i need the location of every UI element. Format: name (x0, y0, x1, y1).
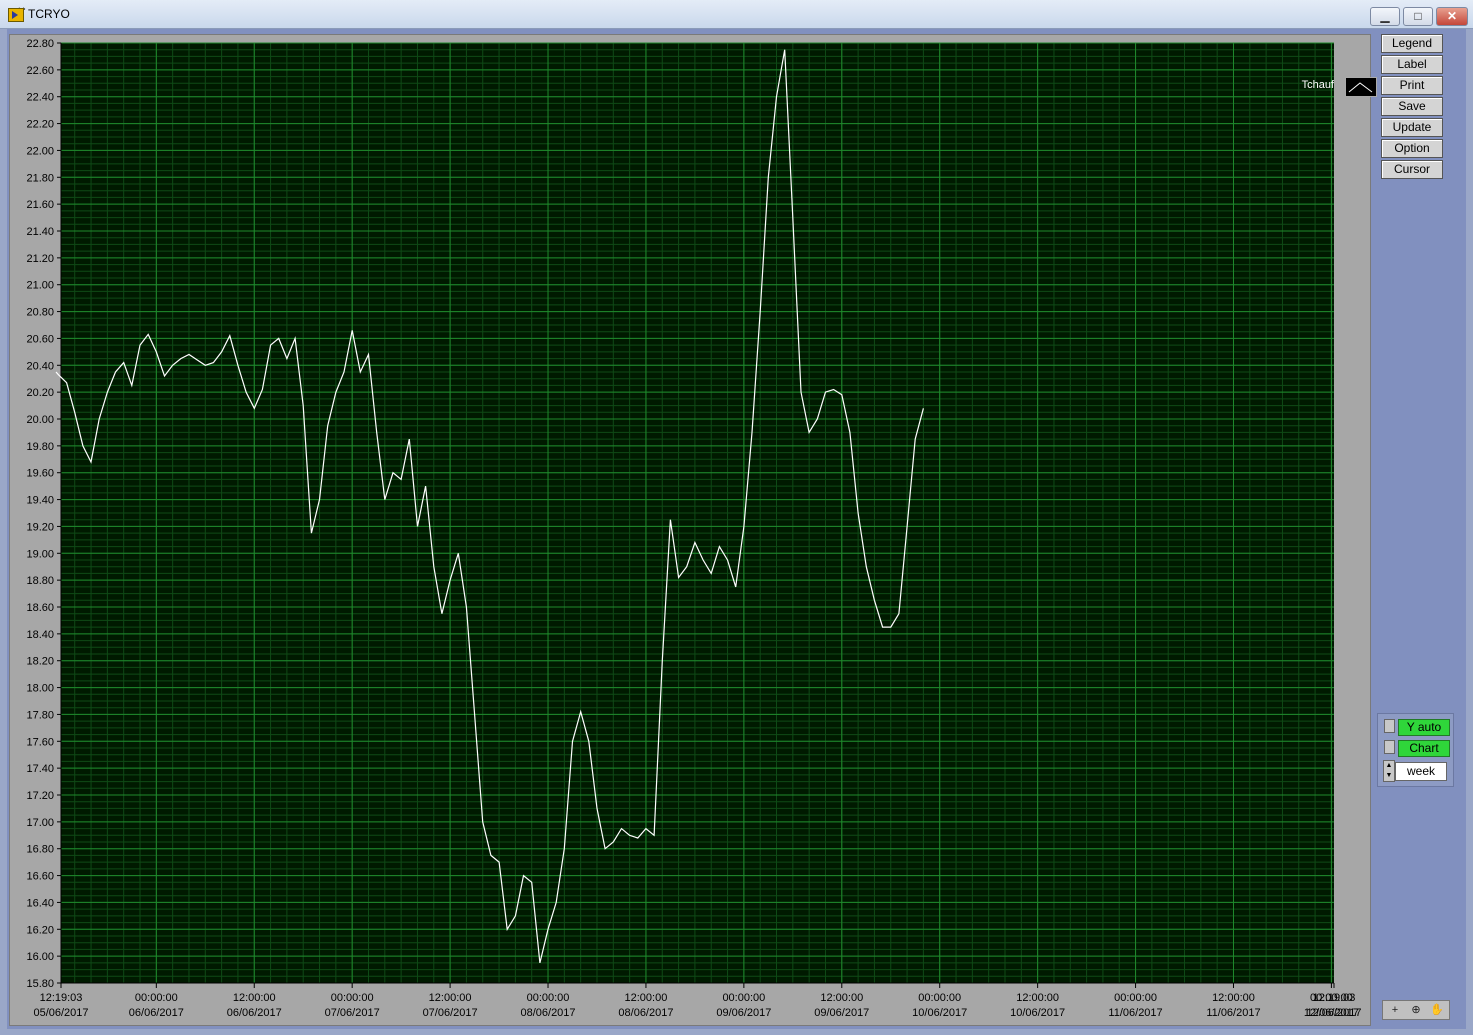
x-tick-date: 08/06/2017 (520, 1007, 575, 1019)
pan-hand-icon[interactable]: ✋ (1428, 1002, 1446, 1018)
x-tick-time: 00:00:00 (331, 992, 374, 1004)
y-tick-label: 20.60 (26, 333, 54, 345)
chart-frame: 22.80 22.60 22.40 22.20 22.00 21.80 21.60 21.40… (9, 34, 1377, 1026)
title-bar: ⇔ TCRYO ▁ □ ✕ (0, 0, 1473, 29)
x-tick-time: 12:19:03 (40, 992, 83, 1004)
x-tick-time: 00:00:00 (527, 992, 570, 1004)
y-tick-label: 21.20 (26, 253, 54, 265)
cursor-button[interactable]: Cursor (1381, 160, 1443, 179)
label-button[interactable]: Label (1381, 55, 1443, 74)
x-tick-time: 12:00:00 (1212, 992, 1255, 1004)
x-tick-date: 09/06/2017 (716, 1007, 771, 1019)
x-tick-date: 12/06/2017 (1306, 1007, 1361, 1019)
print-button[interactable]: Print (1381, 76, 1443, 95)
x-tick-time: 12:00:00 (820, 992, 863, 1004)
y-tick-label: 22.60 (26, 65, 54, 77)
x-tick-date: 07/06/2017 (423, 1007, 478, 1019)
y-tick-label: 16.80 (26, 844, 54, 856)
y-tick-label: 21.40 (26, 226, 54, 238)
y-tick-label: 16.40 (26, 897, 54, 909)
crosshair-icon[interactable]: + (1386, 1002, 1404, 1018)
chart-checkbox[interactable] (1384, 740, 1395, 754)
y-tick-label: 19.40 (26, 495, 54, 507)
maximize-button[interactable]: □ (1403, 7, 1433, 26)
period-spinner[interactable]: ▲ ▼ (1383, 760, 1395, 782)
x-tick-date: 05/06/2017 (33, 1007, 88, 1019)
y-tick-label: 19.20 (26, 521, 54, 533)
y-tick-label: 18.60 (26, 602, 54, 614)
chart[interactable]: 22.80 22.60 22.40 22.20 22.00 21.80 21.60 21.40… (10, 35, 1370, 1025)
y-tick-label: 17.00 (26, 817, 54, 829)
y-tick-label: 22.40 (26, 92, 54, 104)
y-tick-label: 17.20 (26, 790, 54, 802)
x-tick-time: 12:00:00 (1016, 992, 1059, 1004)
x-tick-time: 12:00:00 (233, 992, 276, 1004)
zoom-icon[interactable]: ⊕ (1407, 1002, 1425, 1018)
y-tick-label: 18.80 (26, 575, 54, 587)
x-tick-date: 09/06/2017 (814, 1007, 869, 1019)
y-tick-label: 17.60 (26, 736, 54, 748)
y-tick-label: 19.60 (26, 468, 54, 480)
y-auto-checkbox[interactable] (1384, 719, 1395, 733)
x-tick-time: 00:00:00 (722, 992, 765, 1004)
x-tick-time: 12:19:03 (1313, 992, 1356, 1004)
x-tick-date: 10/06/2017 (912, 1007, 967, 1019)
x-tick-date: 10/06/2017 (1010, 1007, 1065, 1019)
x-tick-date: 11/06/2017 (1108, 1007, 1162, 1019)
x-tick-time: 12:00:00 (429, 992, 472, 1004)
legend-button[interactable]: Legend (1381, 34, 1443, 53)
y-tick-label: 20.00 (26, 414, 54, 426)
y-auto-button[interactable]: Y auto (1398, 719, 1450, 736)
y-tick-label: 16.20 (26, 924, 54, 936)
graph-palette: + ⊕ ✋ (1382, 1000, 1450, 1020)
y-tick-label: 20.80 (26, 307, 54, 319)
graph-buttons: Legend Label Print Save Update Option Cu… (1381, 34, 1443, 181)
y-tick-label: 18.00 (26, 683, 54, 695)
y-tick-label: 18.40 (26, 629, 54, 641)
y-tick-label: 20.20 (26, 387, 54, 399)
y-tick-label: 21.60 (26, 199, 54, 211)
option-button[interactable]: Option (1381, 139, 1443, 158)
x-tick-date: 11/06/2017 (1206, 1007, 1260, 1019)
y-tick-label: 19.00 (26, 548, 54, 560)
app-icon (8, 8, 24, 22)
y-tick-label: 22.80 (26, 38, 54, 50)
y-tick-label: 21.80 (26, 172, 54, 184)
chart-button[interactable]: Chart (1398, 740, 1450, 757)
x-tick-date: 06/06/2017 (129, 1007, 184, 1019)
chart-controls: Y auto Chart ▲ ▼ week (1377, 713, 1454, 787)
y-tick-label: 21.00 (26, 280, 54, 292)
legend-line-swatch[interactable] (1345, 77, 1377, 97)
y-tick-label: 22.00 (26, 145, 54, 157)
y-tick-label: 15.80 (26, 978, 54, 990)
y-tick-label: 17.80 (26, 709, 54, 721)
minimize-button[interactable]: ▁ (1370, 7, 1400, 26)
window-title: TCRYO (28, 7, 70, 21)
y-tick-label: 16.00 (26, 951, 54, 963)
y-tick-label: 20.40 (26, 360, 54, 372)
x-tick-date: 07/06/2017 (325, 1007, 380, 1019)
y-tick-label: 19.80 (26, 441, 54, 453)
update-button[interactable]: Update (1381, 118, 1443, 137)
x-tick-date: 08/06/2017 (618, 1007, 673, 1019)
x-tick-time: 12:00:00 (625, 992, 668, 1004)
x-tick-time: 00:00:00 (918, 992, 961, 1004)
x-tick-time: 00:00:00 (1114, 992, 1157, 1004)
legend-series-name: Tchauf (1301, 79, 1334, 91)
close-button[interactable]: ✕ (1436, 7, 1468, 26)
x-tick-date: 06/06/2017 (227, 1007, 282, 1019)
y-tick-label: 22.20 (26, 119, 54, 131)
y-tick-label: 18.20 (26, 656, 54, 668)
y-tick-label: 16.60 (26, 871, 54, 883)
x-tick-time: 00:00:00 (135, 992, 178, 1004)
y-tick-label: 17.40 (26, 763, 54, 775)
save-button[interactable]: Save (1381, 97, 1443, 116)
period-field[interactable]: week (1395, 762, 1447, 781)
